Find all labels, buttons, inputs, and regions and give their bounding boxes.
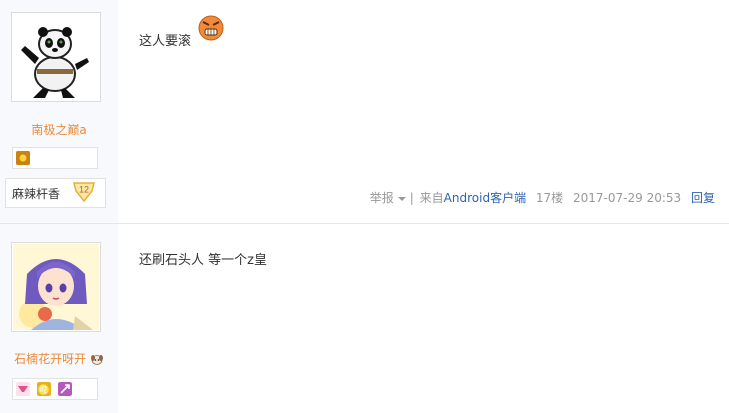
username[interactable]: 南极之巅a [0, 121, 118, 138]
username-text: 石楠花开呀开 [14, 352, 87, 366]
bar-level-badge[interactable]: 麻辣杆香 12 [5, 178, 106, 208]
floor-number: 17楼 [535, 191, 564, 205]
puppy-icon [90, 355, 103, 365]
post-content: 这人要滚 [139, 34, 192, 49]
yellow-badge-icon[interactable]: ♌ [37, 382, 51, 396]
post-17: 南极之巅a 麻辣杆香 12 这人要滚 举报 | 来自Android客户端 17楼 … [0, 0, 729, 224]
pink-underwear-badge-icon[interactable] [16, 382, 30, 396]
panda-avatar-icon [13, 14, 99, 100]
chevron-down-icon[interactable] [397, 196, 406, 201]
post-tail: 举报 | 来自Android客户端 17楼 2017-07-29 20:53 回复 [370, 189, 715, 206]
reply-link[interactable]: 回复 [691, 189, 715, 206]
post-datetime: 2017-07-29 20:53 [573, 191, 682, 205]
sun-icon [16, 151, 30, 165]
report-link[interactable]: 举报 [370, 189, 394, 206]
anime-girl-avatar-icon [13, 244, 99, 330]
icon-badges [12, 147, 98, 169]
avatar[interactable] [11, 242, 101, 332]
icon-badges: ♌ [12, 378, 98, 400]
username[interactable]: 石楠花开呀开 [0, 350, 118, 367]
angry-face-icon [198, 15, 224, 41]
post-18: 石楠花开呀开 ♌ 还刷石头人 等一个z皇 [0, 224, 729, 413]
source-client-link[interactable]: Android客户端 [444, 189, 526, 206]
source-prefix: 来自 [419, 191, 444, 205]
purple-badge-icon[interactable] [58, 382, 72, 396]
level-shield-icon: 12 [73, 182, 95, 203]
sun-badge-icon[interactable] [16, 151, 30, 165]
svg-text:♌: ♌ [38, 383, 50, 396]
bar-name: 麻辣杆香 [12, 187, 61, 201]
level-number: 12 [79, 185, 89, 195]
divider: | [409, 191, 414, 205]
avatar[interactable] [11, 12, 101, 102]
post-content: 还刷石头人 等一个z皇 [139, 253, 267, 268]
